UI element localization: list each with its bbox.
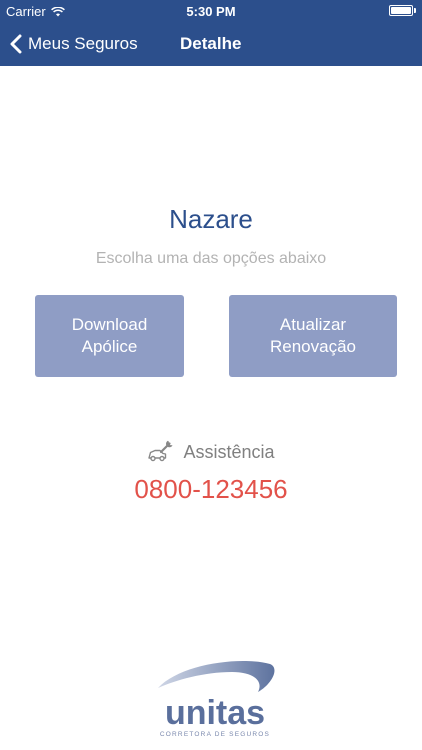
- update-renewal-button[interactable]: Atualizar Renovação: [229, 295, 397, 377]
- unitas-logo: unitas CORRETORA DE SEGUROS: [158, 661, 275, 738]
- chevron-left-icon: [10, 34, 22, 54]
- clock: 5:30 PM: [186, 4, 236, 19]
- battery-group: [389, 5, 416, 16]
- logo-wordmark: unitas: [165, 694, 265, 732]
- update-renewal-label: Atualizar Renovação: [269, 315, 356, 356]
- status-bar: Carrier 5:30 PM: [0, 0, 422, 22]
- page-title: Detalhe: [180, 34, 242, 53]
- options-subtitle: Escolha uma das opções abaixo: [95, 250, 327, 267]
- download-policy-label: Download Apólice: [71, 315, 148, 356]
- back-label: Meus Seguros: [28, 34, 138, 53]
- assistance-label: Assistência: [183, 441, 275, 462]
- detail-screen: Carrier 5:30 PM Meus Seguros Detalhe Naz…: [0, 0, 422, 750]
- car-wrench-icon: [148, 440, 173, 462]
- download-policy-button[interactable]: Download Apólice: [35, 295, 184, 377]
- battery-icon: [389, 5, 413, 16]
- assistance-row: Assistência: [0, 439, 422, 465]
- policy-title: Nazare: [169, 204, 253, 234]
- back-button[interactable]: Meus Seguros: [10, 30, 138, 58]
- assistance-phone-link[interactable]: 0800-123456: [0, 474, 422, 505]
- logo-tagline: CORRETORA DE SEGUROS: [160, 731, 270, 738]
- navigation-bar: Meus Seguros Detalhe: [0, 22, 422, 66]
